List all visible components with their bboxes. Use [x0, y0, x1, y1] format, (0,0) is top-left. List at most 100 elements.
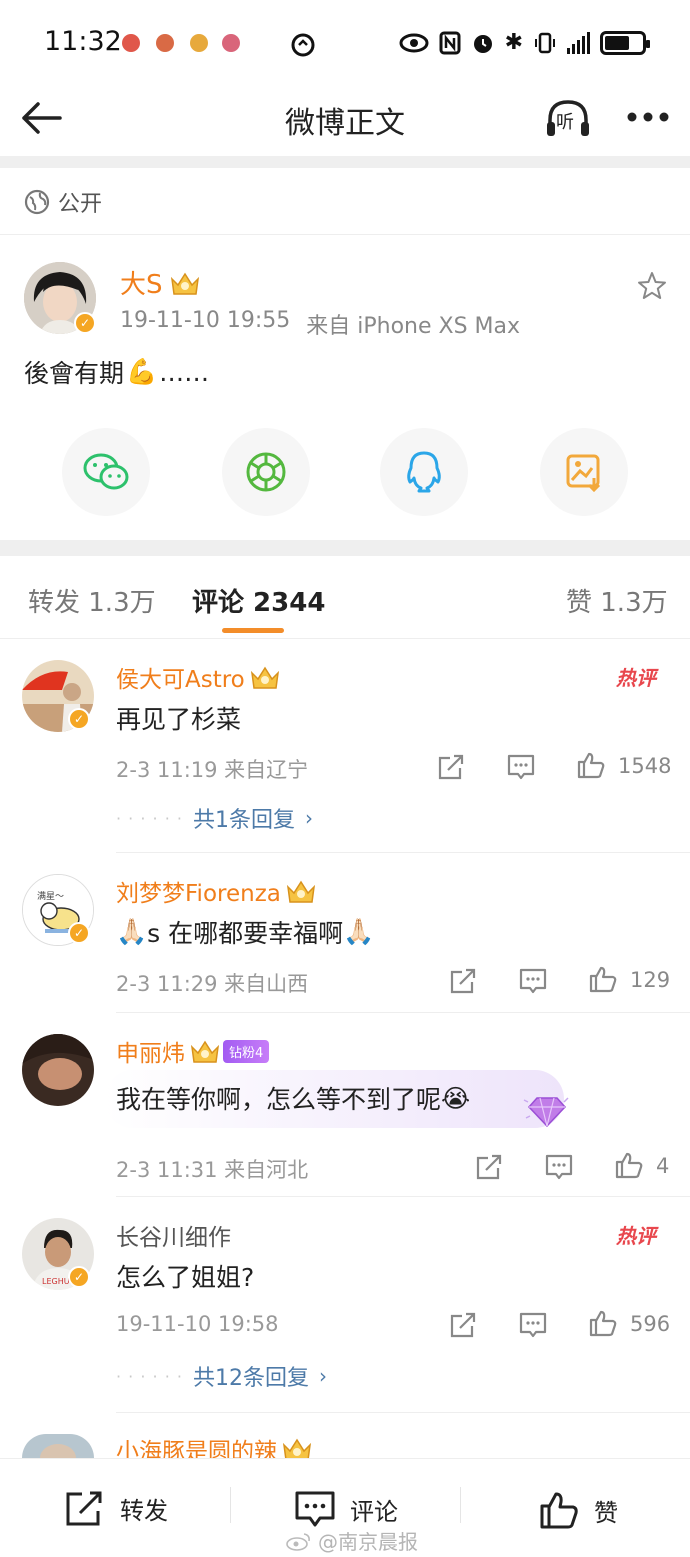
comment-text: 🙏🏻 s 在哪都要幸福啊 🙏🏻 — [116, 914, 374, 950]
comment-icon — [295, 1491, 335, 1527]
comment-meta: 2-3 11:19 来自辽宁 — [116, 758, 309, 782]
comment-author-row: 刘梦梦Fiorenza — [116, 874, 317, 908]
reply-dots: · · · · · · — [116, 1366, 183, 1386]
comment-icon[interactable] — [518, 966, 548, 996]
comment-author-name[interactable]: 申丽炜 — [116, 1034, 185, 1068]
comment-text-body: s 在哪都要幸福啊 — [147, 919, 344, 948]
listen-label: 听 — [556, 112, 574, 133]
notification-icon — [156, 34, 174, 52]
nav-bar: 微博正文 听 — [0, 88, 690, 156]
more-icon[interactable] — [626, 110, 670, 124]
like-count: 596 — [630, 1312, 671, 1336]
divider — [116, 1412, 690, 1413]
active-tab-indicator — [222, 628, 284, 633]
crying-face-emoji: 😭 — [441, 1083, 471, 1113]
visibility-row: 公开 — [24, 186, 102, 218]
flexed-biceps-emoji: 💪 — [126, 357, 158, 386]
status-bar: 11:32 ✱ — [0, 0, 690, 88]
moments-icon — [246, 452, 286, 492]
tab-likes[interactable]: 赞 1.3万 — [566, 582, 668, 619]
like-count: 4 — [656, 1154, 670, 1178]
crown-icon — [190, 1040, 220, 1063]
repost-label: 转发 — [120, 1496, 168, 1525]
post-author-row: 大S — [120, 264, 201, 301]
wechat-icon — [83, 453, 129, 490]
share-moments-button[interactable] — [222, 428, 310, 516]
verified-badge: ✓ — [68, 922, 90, 944]
nfc-icon — [439, 31, 461, 55]
repost-icon[interactable] — [448, 966, 478, 996]
like-label: 赞 — [594, 1498, 618, 1527]
comment-text: 再见了杉菜 — [116, 705, 242, 734]
post-date: 19-11-10 19:55 — [120, 308, 291, 333]
comment-meta: 2-3 11:29 来自山西 — [116, 972, 309, 996]
crown-icon — [250, 666, 279, 689]
divider — [116, 852, 690, 853]
fan-level-badge: 钻粉4 — [223, 1039, 270, 1063]
comment-label: 评论 — [350, 1497, 398, 1526]
like-count: 129 — [630, 968, 671, 992]
like-icon — [540, 1492, 578, 1529]
post-meta: 19-11-10 19:55 来自 iPhone XS Max — [120, 308, 520, 340]
battery-icon — [600, 31, 650, 55]
comment-author-name[interactable]: 刘梦梦Fiorenza — [116, 874, 281, 908]
repost-button[interactable]: 转发 — [64, 1489, 168, 1527]
diamond-icon — [523, 1097, 569, 1128]
comment-button[interactable]: 评论 — [294, 1489, 398, 1529]
view-replies-link[interactable]: · · · · · · 共12条回复 › — [116, 1360, 327, 1392]
save-image-button[interactable] — [540, 428, 628, 516]
view-replies-link[interactable]: · · · · · · 共1条回复 › — [116, 802, 313, 834]
repost-icon — [66, 1491, 102, 1526]
avatar[interactable] — [22, 1034, 94, 1106]
like-icon[interactable] — [588, 1308, 618, 1338]
notification-icon — [190, 34, 208, 52]
comment-author-name[interactable]: 长谷川细作 — [116, 1218, 231, 1252]
save-image-icon — [566, 454, 601, 492]
star-icon[interactable] — [636, 270, 668, 302]
eye-icon — [399, 33, 429, 53]
visibility-label: 公开 — [58, 192, 103, 217]
share-wechat-button[interactable] — [62, 428, 150, 516]
qq-icon — [407, 451, 441, 493]
tab-comments[interactable]: 评论 2344 — [192, 582, 325, 619]
reply-count[interactable]: 共1条回复 — [193, 802, 295, 834]
crown-icon — [170, 272, 199, 295]
verified-badge: ✓ — [68, 1266, 90, 1288]
divider — [0, 234, 690, 235]
post-author-name[interactable]: 大S — [120, 264, 163, 301]
listen-button[interactable]: 听 — [544, 96, 592, 140]
post-text: 後會有期 💪 …… — [24, 354, 209, 390]
like-button[interactable]: 赞 — [538, 1489, 618, 1531]
like-icon[interactable] — [614, 1150, 644, 1180]
avatar[interactable] — [22, 1434, 94, 1458]
comment-text-body: 我在等你啊，怎么等不到了呢 — [116, 1085, 442, 1114]
watermark: @南京晨报 — [286, 1526, 418, 1555]
comment-author-row: 申丽炜 钻粉4 — [116, 1034, 270, 1068]
divider — [460, 1487, 461, 1523]
like-icon[interactable] — [576, 750, 606, 780]
repost-icon[interactable] — [448, 1310, 478, 1340]
like-icon[interactable] — [588, 964, 618, 994]
tab-repost[interactable]: 转发 1.3万 — [28, 582, 156, 619]
crown-icon — [286, 880, 315, 903]
verified-badge: ✓ — [74, 312, 96, 334]
chevron-right-icon: › — [318, 1364, 327, 1388]
comment-author-name[interactable]: 侯大可Astro — [116, 660, 245, 694]
verified-badge: ✓ — [68, 708, 90, 730]
comment-meta: 2-3 11:31 来自河北 — [116, 1158, 309, 1182]
divider — [0, 540, 690, 556]
signal-icon — [567, 32, 590, 54]
comment-icon[interactable] — [544, 1152, 574, 1182]
chevron-right-icon: › — [304, 806, 313, 830]
reply-dots: · · · · · · — [116, 808, 183, 828]
comment-meta: 19-11-10 19:58 — [116, 1312, 279, 1336]
sync-icon — [291, 33, 315, 57]
comment-icon[interactable] — [518, 1310, 548, 1340]
repost-icon[interactable] — [474, 1152, 504, 1182]
repost-icon[interactable] — [436, 752, 466, 782]
share-qq-button[interactable] — [380, 428, 468, 516]
divider — [0, 638, 690, 639]
vibrate-icon — [535, 32, 555, 54]
reply-count[interactable]: 共12条回复 — [193, 1360, 309, 1392]
comment-icon[interactable] — [506, 752, 536, 782]
